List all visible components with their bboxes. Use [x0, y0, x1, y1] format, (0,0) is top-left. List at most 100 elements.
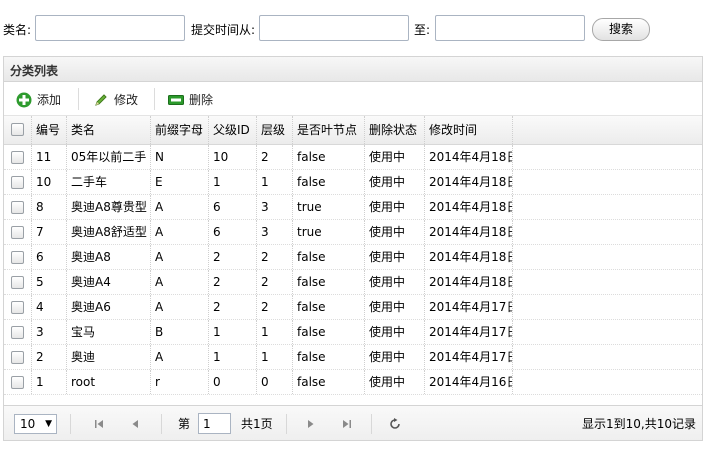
- cell-is-leaf: false: [293, 370, 365, 394]
- table-row[interactable]: 5 奥迪A4 A 2 2 false 使用中 2014年4月18日: [4, 270, 702, 295]
- cell-level: 1: [257, 170, 293, 194]
- cell-prefix: B: [151, 320, 209, 344]
- cell-modified-time: 2014年4月16日: [425, 370, 513, 394]
- cell-level: 1: [257, 345, 293, 369]
- cell-modified-time: 2014年4月17日: [425, 295, 513, 319]
- row-checkbox[interactable]: [11, 251, 24, 264]
- cell-prefix: A: [151, 220, 209, 244]
- cell-name: 奥迪: [67, 345, 151, 369]
- row-checkbox-cell: [4, 270, 32, 294]
- delete-button[interactable]: 删除: [168, 91, 218, 109]
- column-header-is-leaf[interactable]: 是否叶节点: [293, 116, 365, 144]
- first-page-icon[interactable]: [92, 417, 106, 431]
- add-button[interactable]: 添加: [16, 91, 66, 109]
- table-row[interactable]: 11 05年以前二手 N 10 2 false 使用中 2014年4月18日: [4, 145, 702, 170]
- page-total-label: 共1页: [241, 417, 273, 431]
- cell-name: 奥迪A8尊贵型: [67, 195, 151, 219]
- cell-prefix: A: [151, 195, 209, 219]
- pager-divider: [161, 414, 162, 434]
- page-size-value: 10: [20, 417, 36, 431]
- pager-info: 显示1到10,共10记录: [582, 417, 696, 431]
- name-input[interactable]: [35, 15, 185, 41]
- table-row[interactable]: 4 奥迪A6 A 2 2 false 使用中 2014年4月17日: [4, 295, 702, 320]
- column-header-level[interactable]: 层级: [257, 116, 293, 144]
- cell-name: root: [67, 370, 151, 394]
- table-row[interactable]: 1 root r 0 0 false 使用中 2014年4月16日: [4, 370, 702, 395]
- cell-is-leaf: false: [293, 320, 365, 344]
- column-header-parent-id[interactable]: 父级ID: [209, 116, 257, 144]
- delete-label: 删除: [189, 93, 214, 107]
- cell-id: 3: [32, 320, 67, 344]
- search-button[interactable]: 搜索: [592, 18, 650, 41]
- row-checkbox[interactable]: [11, 176, 24, 189]
- column-header-name[interactable]: 类名: [67, 116, 151, 144]
- cell-delete-status: 使用中: [365, 145, 425, 169]
- table-row[interactable]: 8 奥迪A8尊贵型 A 6 3 true 使用中 2014年4月18日: [4, 195, 702, 220]
- cell-is-leaf: false: [293, 245, 365, 269]
- cell-parent-id: 1: [209, 320, 257, 344]
- panel-title: 分类列表: [10, 64, 59, 78]
- grid-header: 编号 类名 前缀字母 父级ID 层级 是否叶节点 删除状态 修改时间: [4, 116, 702, 145]
- cell-parent-id: 10: [209, 145, 257, 169]
- cell-prefix: A: [151, 270, 209, 294]
- cell-name: 奥迪A8: [67, 245, 151, 269]
- row-checkbox[interactable]: [11, 276, 24, 289]
- cell-name: 奥迪A4: [67, 270, 151, 294]
- cell-is-leaf: true: [293, 220, 365, 244]
- cell-prefix: A: [151, 345, 209, 369]
- table-row[interactable]: 3 宝马 B 1 1 false 使用中 2014年4月17日: [4, 320, 702, 345]
- cell-is-leaf: true: [293, 195, 365, 219]
- cell-modified-time: 2014年4月18日: [425, 220, 513, 244]
- refresh-icon[interactable]: [388, 417, 402, 431]
- page-prefix-label: 第: [178, 417, 191, 431]
- row-checkbox-cell: [4, 370, 32, 394]
- time-to-input[interactable]: [435, 15, 585, 41]
- cell-is-leaf: false: [293, 270, 365, 294]
- row-checkbox[interactable]: [11, 201, 24, 214]
- row-checkbox[interactable]: [11, 351, 24, 364]
- row-checkbox-cell: [4, 195, 32, 219]
- toolbar-divider: [78, 88, 79, 110]
- cell-name: 奥迪A8舒适型: [67, 220, 151, 244]
- row-checkbox[interactable]: [11, 376, 24, 389]
- row-checkbox[interactable]: [11, 301, 24, 314]
- row-checkbox[interactable]: [11, 226, 24, 239]
- time-from-input[interactable]: [259, 15, 409, 41]
- cell-name: 宝马: [67, 320, 151, 344]
- row-checkbox[interactable]: [11, 151, 24, 164]
- column-header-delete-status[interactable]: 删除状态: [365, 116, 425, 144]
- table-row[interactable]: 10 二手车 E 1 1 false 使用中 2014年4月18日: [4, 170, 702, 195]
- cell-modified-time: 2014年4月17日: [425, 320, 513, 344]
- table-row[interactable]: 6 奥迪A8 A 2 2 false 使用中 2014年4月18日: [4, 245, 702, 270]
- page-size-select[interactable]: 10 ▼: [14, 414, 57, 434]
- previous-page-icon[interactable]: [128, 417, 142, 431]
- edit-button[interactable]: 修改: [93, 91, 143, 109]
- cell-delete-status: 使用中: [365, 195, 425, 219]
- cell-level: 2: [257, 245, 293, 269]
- last-page-icon[interactable]: [340, 417, 354, 431]
- cell-prefix: E: [151, 170, 209, 194]
- cell-id: 1: [32, 370, 67, 394]
- row-checkbox[interactable]: [11, 326, 24, 339]
- cell-level: 2: [257, 295, 293, 319]
- cell-parent-id: 2: [209, 270, 257, 294]
- column-header-prefix[interactable]: 前缀字母: [151, 116, 209, 144]
- next-page-icon[interactable]: [304, 417, 318, 431]
- cell-level: 1: [257, 320, 293, 344]
- select-all-checkbox[interactable]: [11, 123, 24, 136]
- name-label: 类名:: [3, 23, 32, 37]
- toolbar-divider: [154, 88, 155, 110]
- header-checkbox-cell: [4, 116, 32, 144]
- cell-level: 2: [257, 270, 293, 294]
- page-number-input[interactable]: [198, 413, 231, 434]
- table-row[interactable]: 2 奥迪 A 1 1 false 使用中 2014年4月17日: [4, 345, 702, 370]
- cell-is-leaf: false: [293, 345, 365, 369]
- cell-parent-id: 2: [209, 245, 257, 269]
- table-row[interactable]: 7 奥迪A8舒适型 A 6 3 true 使用中 2014年4月18日: [4, 220, 702, 245]
- cell-modified-time: 2014年4月18日: [425, 170, 513, 194]
- column-header-modified-time[interactable]: 修改时间: [425, 116, 513, 144]
- column-header-id[interactable]: 编号: [32, 116, 67, 144]
- pagination: 10 ▼ 第 共1页 显示1到10,共10记录: [4, 405, 702, 440]
- search-bar: 类名: 提交时间从: 至: 搜索: [0, 0, 722, 50]
- cell-id: 6: [32, 245, 67, 269]
